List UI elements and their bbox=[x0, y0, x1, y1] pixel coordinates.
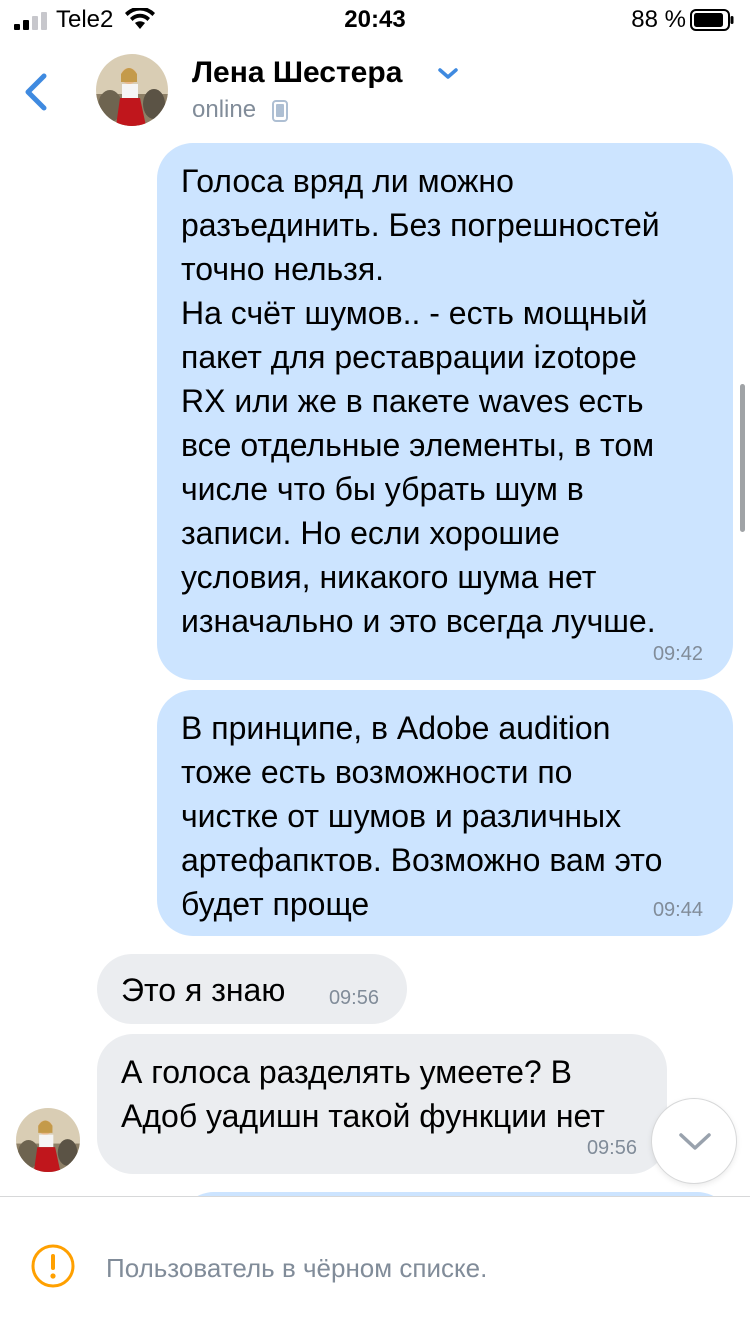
message-text: А голоса разделять умеете? В Адоб уадишн… bbox=[121, 1054, 605, 1134]
contact-status: online bbox=[192, 96, 257, 123]
battery-percent: 88 % bbox=[631, 6, 686, 33]
contact-name[interactable]: Лена Шестера bbox=[192, 56, 402, 90]
chat-header: Лена Шестера online bbox=[0, 40, 750, 140]
phone-icon bbox=[272, 100, 288, 122]
warning-icon bbox=[31, 1244, 75, 1288]
scroll-down-button[interactable] bbox=[651, 1098, 737, 1184]
avatar-photo-icon bbox=[96, 54, 168, 126]
message-incoming[interactable]: А голоса разделять умеете? В Адоб уадишн… bbox=[97, 1034, 667, 1174]
message-outgoing[interactable]: Голоса вряд ли можно разъединить. Без по… bbox=[157, 143, 733, 680]
sender-avatar[interactable] bbox=[16, 1108, 80, 1172]
message-time: 09:44 bbox=[652, 899, 703, 921]
avatar-photo-icon bbox=[16, 1108, 80, 1172]
chevron-down-icon bbox=[679, 1133, 711, 1150]
message-incoming[interactable]: Это я знаю 09:56 bbox=[97, 954, 407, 1024]
message-time: 09:42 bbox=[652, 643, 703, 665]
back-chevron-icon[interactable] bbox=[18, 68, 54, 116]
blocked-notice-bar: Пользователь в чёрном списке. bbox=[0, 1196, 750, 1334]
message-time: 09:56 bbox=[586, 1137, 637, 1159]
message-outgoing[interactable]: В принципе, в Adobe audition тоже есть в… bbox=[157, 690, 733, 936]
battery-icon bbox=[690, 9, 734, 31]
chevron-down-icon[interactable] bbox=[436, 66, 460, 82]
message-text: В принципе, в Adobe audition тоже есть в… bbox=[181, 710, 663, 922]
message-time: 09:56 bbox=[328, 987, 379, 1009]
avatar[interactable] bbox=[96, 54, 168, 126]
scrollbar[interactable] bbox=[740, 384, 745, 532]
message-text: Голоса вряд ли можно разъединить. Без по… bbox=[181, 163, 660, 639]
status-bar: Tele2 20:43 88 % bbox=[0, 0, 750, 40]
blocked-notice-text: Пользователь в чёрном списке. bbox=[106, 1253, 488, 1283]
